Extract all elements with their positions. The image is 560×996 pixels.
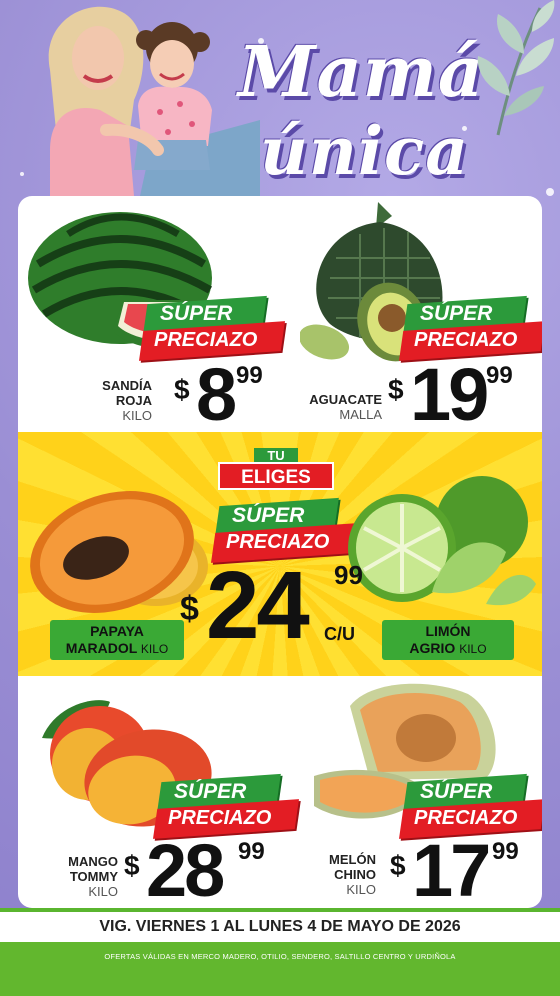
price-sandia: $ 8 99 bbox=[174, 358, 284, 432]
price-currency: $ bbox=[124, 850, 140, 881]
title-line-1: Mamá bbox=[238, 30, 485, 113]
product-name: CHINO bbox=[334, 867, 376, 882]
product-unit: MALLA bbox=[339, 407, 382, 422]
product-name: PAPAYA bbox=[90, 623, 144, 639]
title-line-2: única bbox=[260, 112, 469, 190]
badge-line-2: PRECIAZO bbox=[414, 329, 518, 351]
product-name: LIMÓN bbox=[425, 623, 471, 639]
product-name: TOMMY bbox=[69, 869, 118, 884]
campaign-title: Mamá única bbox=[238, 30, 483, 190]
validity-banner: VIG. VIERNES 1 AL LUNES 4 DE MAYO DE 202… bbox=[0, 908, 560, 942]
badge-line-1: SÚPER bbox=[420, 780, 493, 803]
badge-line-2: PRECIAZO bbox=[168, 807, 272, 829]
price-integer: 8 bbox=[196, 353, 237, 436]
product-unit: KILO bbox=[88, 884, 118, 899]
price-currency: $ bbox=[390, 850, 406, 881]
product-label-mango: MANGO TOMMY KILO bbox=[48, 854, 118, 899]
product-unit: KILO bbox=[140, 642, 169, 656]
price-cents: 99 bbox=[238, 838, 265, 865]
price-cents: 99 bbox=[486, 362, 513, 389]
product-label-sandia: SANDÍA ROJA KILO bbox=[64, 378, 152, 423]
stores-note: OFERTAS VÁLIDAS EN MERCO MADERO, OTILIO,… bbox=[0, 942, 560, 996]
price-currency: $ bbox=[174, 374, 190, 405]
product-name: MARADOL bbox=[65, 640, 138, 656]
badge-line-2: PRECIAZO bbox=[414, 807, 518, 829]
product-name: MELÓN bbox=[329, 852, 376, 867]
price-currency: $ bbox=[388, 374, 404, 405]
badge-line-2: PRECIAZO bbox=[226, 531, 330, 553]
product-name: AGUACATE bbox=[309, 392, 382, 407]
badge-line-2: PRECIAZO bbox=[154, 329, 258, 351]
mother-daughter-photo bbox=[48, 6, 260, 196]
price-mango: $ 28 99 bbox=[124, 834, 274, 908]
sparkle bbox=[20, 172, 24, 176]
product-label-limon: LIMÓN AGRIO KILO bbox=[382, 620, 514, 660]
product-name: MANGO bbox=[68, 854, 118, 869]
price-integer: 24 bbox=[206, 552, 310, 659]
price-integer: 19 bbox=[410, 353, 489, 436]
leaf-decoration-icon bbox=[477, 0, 555, 136]
per-unit-label: C/U bbox=[324, 624, 355, 644]
lime-icon bbox=[348, 476, 536, 606]
price-integer: 28 bbox=[146, 829, 225, 908]
product-unit: KILO bbox=[459, 642, 487, 656]
price-aguacate: $ 19 99 bbox=[388, 358, 528, 432]
tu-eliges-label: TU ELIGES bbox=[218, 448, 338, 490]
sparkle bbox=[546, 188, 554, 196]
product-label-papaya: PAPAYA MARADOL KILO bbox=[50, 620, 184, 660]
price-melon: $ 17 99 bbox=[390, 834, 540, 908]
product-unit: KILO bbox=[346, 882, 376, 897]
badge-line-1: SÚPER bbox=[174, 780, 247, 803]
price-cents: 99 bbox=[236, 362, 263, 389]
badge-line-1: SÚPER bbox=[232, 504, 305, 527]
flyer: Mamá única SÚPER PRECIAZO SANDÍA ROJA KI… bbox=[0, 0, 560, 996]
product-name: ROJA bbox=[115, 393, 152, 408]
offers-card: SÚPER PRECIAZO SANDÍA ROJA KILO $ 8 99 S… bbox=[18, 196, 542, 908]
eliges-text: ELIGES bbox=[218, 462, 334, 490]
featured-band: TU ELIGES SÚPER PRECIAZO $ 24 99 C/U PAP… bbox=[18, 432, 542, 676]
product-name: SANDÍA bbox=[102, 378, 152, 393]
product-label-melon: MELÓN CHINO KILO bbox=[308, 852, 376, 897]
badge-line-1: SÚPER bbox=[160, 302, 233, 325]
badge-line-1: SÚPER bbox=[420, 302, 493, 325]
price-cents: 99 bbox=[334, 560, 363, 590]
product-name: AGRIO bbox=[409, 640, 456, 656]
product-unit: KILO bbox=[122, 408, 152, 423]
price-cents: 99 bbox=[492, 838, 519, 865]
product-label-aguacate: AGUACATE MALLA bbox=[288, 392, 382, 422]
price-integer: 17 bbox=[412, 829, 491, 908]
